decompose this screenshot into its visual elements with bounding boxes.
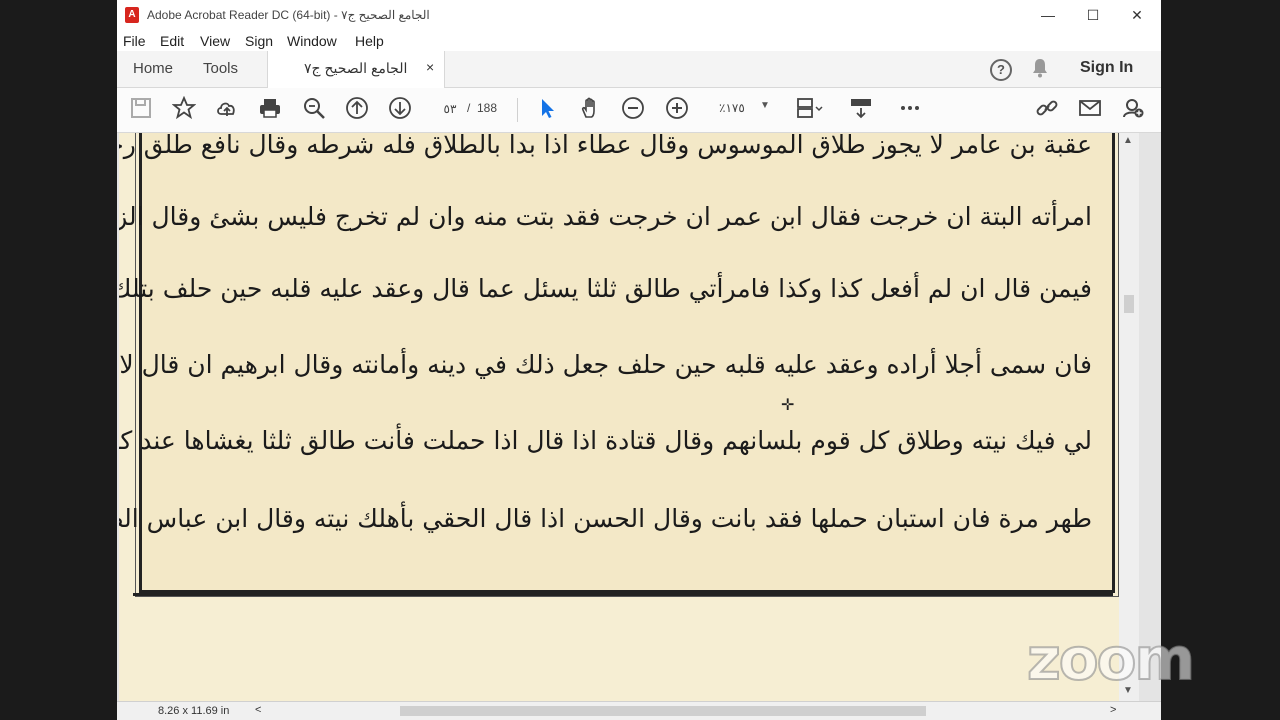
menu-bar: File Edit View Sign Window Help bbox=[117, 31, 1161, 51]
page-frame: عقبة بن عامر لا يجوز طلاق الموسوس وقال ع… bbox=[119, 133, 1119, 597]
tab-tools[interactable]: Tools bbox=[203, 60, 238, 77]
hand-tool-icon[interactable] bbox=[578, 96, 604, 122]
zoom-level-dropdown[interactable]: ١٧٥٪ bbox=[719, 101, 745, 115]
select-cursor-icon[interactable] bbox=[535, 96, 561, 122]
menu-file[interactable]: File bbox=[123, 33, 146, 49]
window-title: الجامع الصحيح ج٧ - Adobe Acrobat Reader … bbox=[147, 8, 430, 22]
pdf-page: عقبة بن عامر لا يجوز طلاق الموسوس وقال ع… bbox=[119, 133, 1139, 701]
print-icon[interactable] bbox=[258, 96, 284, 122]
tab-document[interactable]: الجامع الصحيح ج٧ × bbox=[267, 51, 445, 88]
notification-bell-icon[interactable] bbox=[1031, 58, 1049, 83]
vertical-scroll-thumb[interactable] bbox=[1124, 295, 1134, 313]
menu-edit[interactable]: Edit bbox=[160, 33, 184, 49]
scroll-left-icon[interactable]: < bbox=[255, 704, 261, 716]
zoom-in-icon[interactable] bbox=[665, 96, 691, 122]
text-line-5: لي فيك نيته وطلاق كل قوم بلسانهم وقال قت… bbox=[119, 426, 1092, 455]
text-line-2: امرأته البتة ان خرجت فقال ابن عمر ان خرج… bbox=[119, 202, 1092, 231]
email-icon[interactable] bbox=[1078, 96, 1104, 122]
move-cursor-icon: ✛ bbox=[781, 397, 795, 414]
zoom-search-icon[interactable] bbox=[302, 96, 328, 122]
page-number-input[interactable]: ٥٣ bbox=[434, 99, 466, 119]
acrobat-window: A الجامع الصحيح ج٧ - Adobe Acrobat Reade… bbox=[117, 0, 1161, 720]
zoom-watermark: zoom bbox=[1026, 624, 1196, 694]
share-link-icon[interactable] bbox=[1035, 96, 1061, 122]
minimize-button[interactable]: — bbox=[1033, 4, 1063, 26]
page-total: 188 bbox=[477, 101, 498, 115]
page-size-label: 8.26 x 11.69 in bbox=[158, 705, 230, 717]
title-bar: A الجامع الصحيح ج٧ - Adobe Acrobat Reade… bbox=[117, 0, 1161, 31]
scroll-up-icon[interactable]: ▲ bbox=[1123, 135, 1133, 146]
toolbar: ٥٣ / 188 ١٧٥٪ ▼ bbox=[117, 88, 1161, 133]
text-line-1: عقبة بن عامر لا يجوز طلاق الموسوس وقال ع… bbox=[119, 133, 1092, 159]
horizontal-scroll-thumb[interactable] bbox=[400, 706, 926, 716]
text-line-3: فيمن قال ان لم أفعل كذا وكذا فامرأتي طال… bbox=[119, 274, 1092, 303]
scrolling-mode-icon[interactable] bbox=[849, 96, 875, 122]
page-separator: / bbox=[467, 101, 471, 115]
star-icon[interactable] bbox=[171, 95, 198, 122]
toolbar-divider bbox=[517, 98, 518, 122]
zoom-dropdown-caret-icon[interactable]: ▼ bbox=[760, 100, 770, 111]
tab-row: Home Tools الجامع الصحيح ج٧ × ? Sign In bbox=[117, 51, 1161, 88]
menu-view[interactable]: View bbox=[200, 33, 230, 49]
status-bar: 8.26 x 11.69 in < > bbox=[117, 701, 1161, 720]
next-page-icon[interactable] bbox=[388, 96, 414, 122]
document-tab-label: الجامع الصحيح ج٧ bbox=[304, 60, 408, 76]
menu-sign[interactable]: Sign bbox=[245, 33, 273, 49]
tab-home[interactable]: Home bbox=[133, 60, 173, 77]
menu-help[interactable]: Help bbox=[355, 33, 384, 49]
text-line-4: فان سمى أجلا أراده وعقد عليه قلبه حين حل… bbox=[119, 350, 1092, 379]
text-line-6: طهر مرة فان استبان حملها فقد بانت وقال ا… bbox=[119, 504, 1092, 533]
add-user-icon[interactable] bbox=[1121, 96, 1147, 122]
bottom-rule bbox=[133, 593, 1113, 596]
more-tools-icon[interactable] bbox=[898, 96, 924, 122]
menu-window[interactable]: Window bbox=[287, 33, 337, 49]
page-display-icon[interactable] bbox=[795, 96, 823, 122]
help-icon[interactable]: ? bbox=[990, 59, 1012, 81]
document-viewer[interactable]: عقبة بن عامر لا يجوز طلاق الموسوس وقال ع… bbox=[117, 133, 1161, 701]
upload-cloud-icon[interactable] bbox=[215, 96, 241, 122]
maximize-button[interactable]: ☐ bbox=[1078, 4, 1108, 26]
scroll-right-icon[interactable]: > bbox=[1110, 704, 1116, 716]
sign-in-button[interactable]: Sign In bbox=[1080, 59, 1133, 77]
save-icon[interactable] bbox=[129, 96, 155, 122]
zoom-out-icon[interactable] bbox=[621, 96, 647, 122]
close-window-button[interactable]: ✕ bbox=[1122, 4, 1152, 26]
acrobat-logo-icon: A bbox=[125, 7, 139, 23]
vertical-scrollbar[interactable]: ▲ ▼ bbox=[1119, 133, 1139, 701]
close-tab-icon[interactable]: × bbox=[426, 59, 434, 75]
previous-page-icon[interactable] bbox=[345, 96, 371, 122]
